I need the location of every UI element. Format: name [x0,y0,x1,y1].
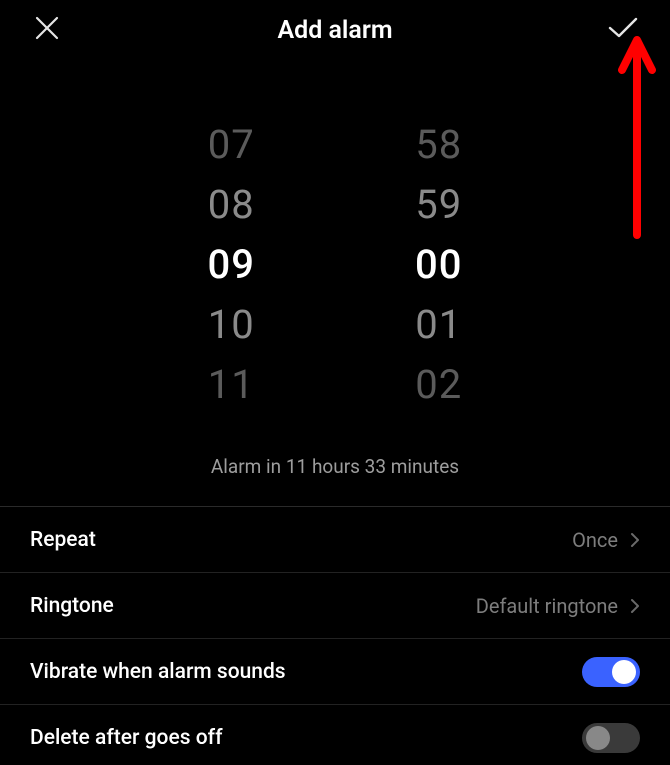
check-icon [607,15,639,45]
minute-option[interactable]: 01 [415,295,462,355]
chevron-right-icon [630,532,640,548]
delete-after-toggle[interactable] [582,723,640,753]
hour-option[interactable]: 11 [208,355,255,415]
minute-wheel[interactable]: 58 59 00 01 02 [415,115,462,415]
ringtone-value: Default ringtone [476,594,618,618]
repeat-value: Once [572,528,618,552]
minute-option[interactable]: 59 [415,175,462,235]
page-title: Add alarm [0,16,670,45]
minute-option[interactable]: 58 [415,115,462,175]
hour-option[interactable]: 10 [208,295,255,355]
time-until-hint: Alarm in 11 hours 33 minutes [0,455,670,478]
repeat-row[interactable]: Repeat Once [0,507,670,573]
close-icon [34,15,60,45]
repeat-label: Repeat [30,528,96,552]
delete-after-label: Delete after goes off [30,726,222,750]
vibrate-toggle[interactable] [582,657,640,687]
chevron-right-icon [630,598,640,614]
hour-selected[interactable]: 09 [208,235,255,295]
minute-selected[interactable]: 00 [415,235,462,295]
hour-wheel[interactable]: 07 08 09 10 11 [208,115,255,415]
vibrate-row: Vibrate when alarm sounds [0,639,670,705]
ringtone-row[interactable]: Ringtone Default ringtone [0,573,670,639]
ringtone-label: Ringtone [30,594,114,618]
close-button[interactable] [30,13,64,47]
hour-option[interactable]: 07 [208,115,255,175]
time-picker[interactable]: 07 08 09 10 11 58 59 00 01 02 [0,115,670,415]
minute-option[interactable]: 02 [415,355,462,415]
hour-option[interactable]: 08 [208,175,255,235]
delete-after-row: Delete after goes off [0,705,670,765]
vibrate-label: Vibrate when alarm sounds [30,660,286,684]
confirm-button[interactable] [606,13,640,47]
